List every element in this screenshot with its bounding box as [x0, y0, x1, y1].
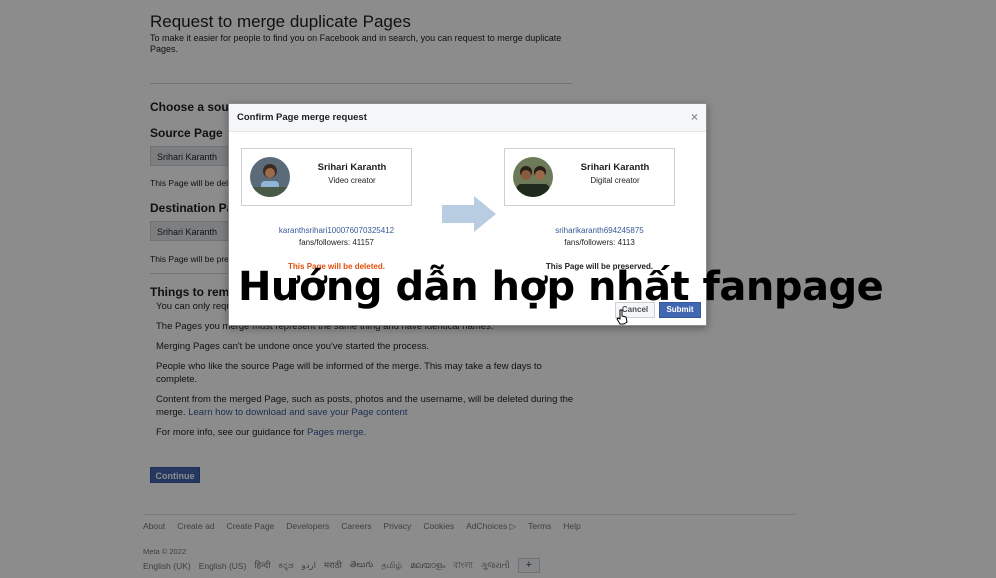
destination-page-role: Digital creator [590, 176, 640, 185]
source-page-fans: fans/followers: 41157 [298, 238, 374, 247]
avatar [250, 157, 290, 197]
dialog-title: Confirm Page merge request [237, 112, 367, 123]
source-page-name: Srihari Karanth [317, 162, 387, 173]
destination-page-name: Srihari Karanth [580, 162, 650, 173]
destination-page-fans: fans/followers: 4113 [564, 238, 635, 247]
source-page-card: Srihari Karanth Video creator [241, 148, 412, 206]
avatar [513, 157, 553, 197]
close-icon[interactable]: × [691, 104, 698, 131]
caption-overlay: Hướng dẫn hợp nhất fanpage [238, 264, 884, 310]
destination-page-card: Srihari Karanth Digital creator [504, 148, 675, 206]
source-page-id[interactable]: karanthsrihari100076070325412 [251, 226, 422, 235]
source-page-role: Video creator [328, 176, 376, 185]
hand-cursor-icon [616, 309, 628, 325]
dialog-header: Confirm Page merge request × [229, 104, 706, 132]
destination-page-id[interactable]: sriharikaranth694245875 [514, 226, 685, 235]
arrow-right-icon [442, 196, 496, 232]
